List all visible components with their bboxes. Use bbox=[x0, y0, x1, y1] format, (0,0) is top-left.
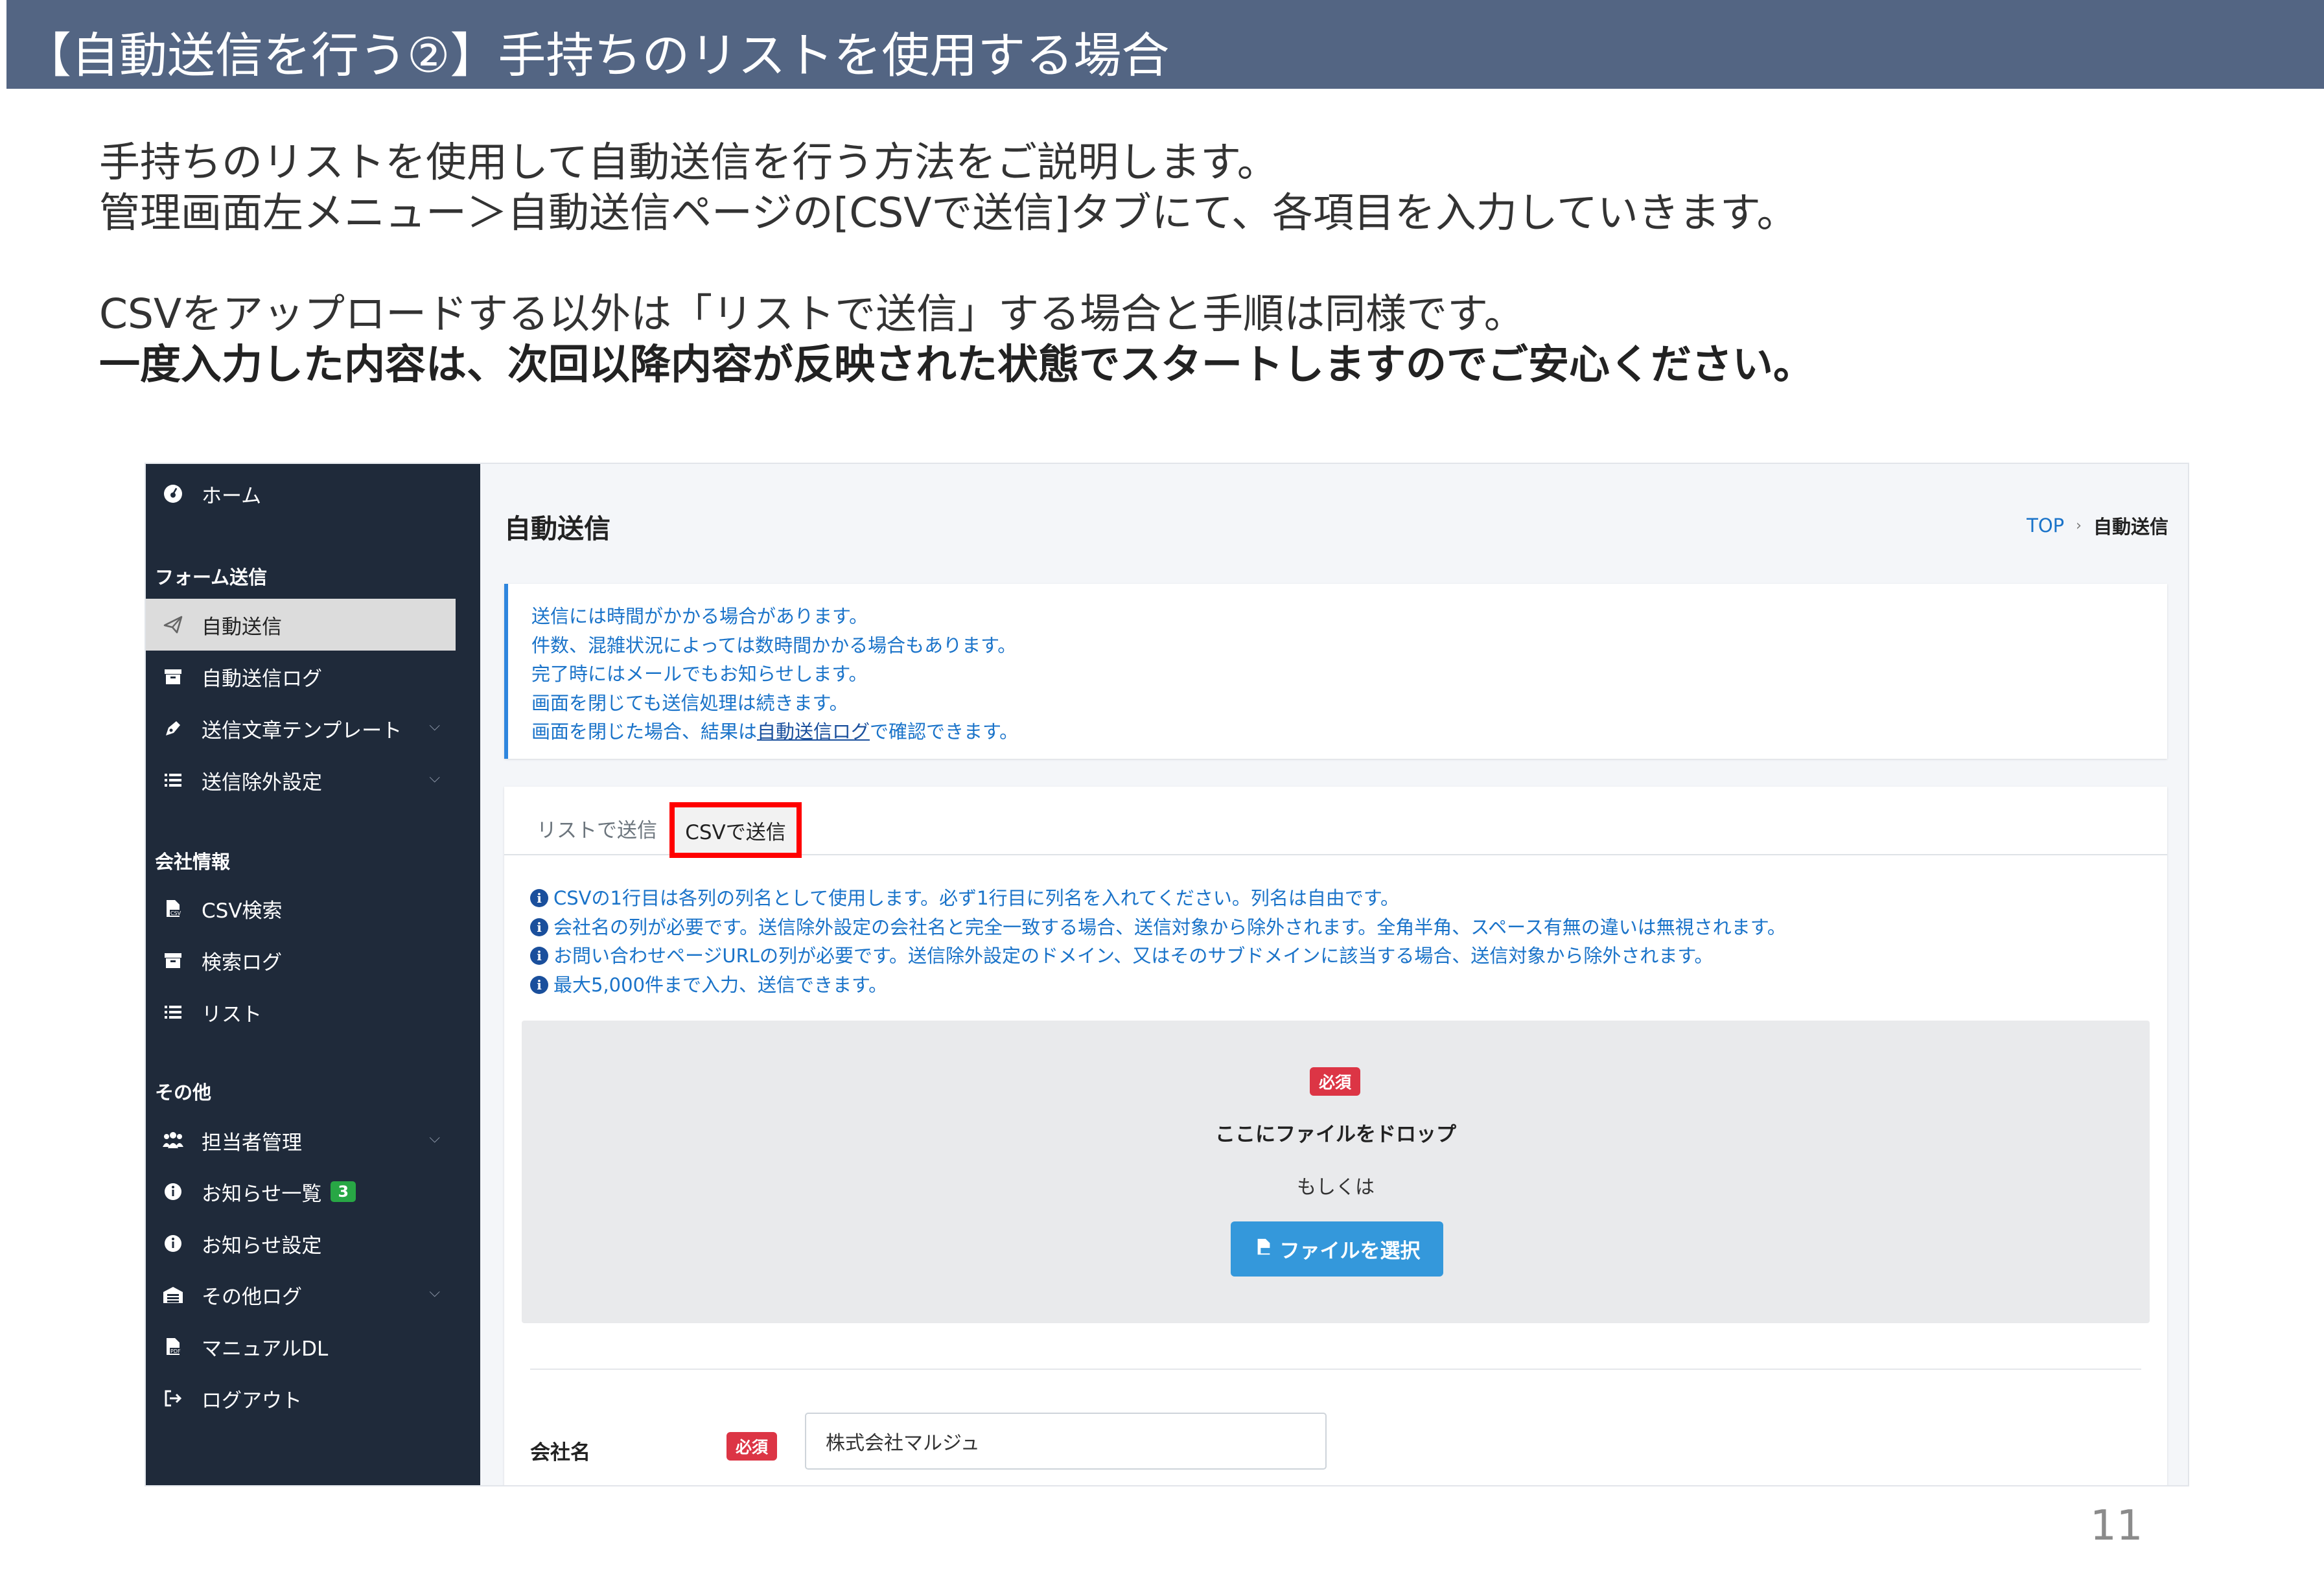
info-line: i 会社名の列が必要です。送信除外設定の会社名と完全一致する場合、送信対象から除外… bbox=[530, 913, 1786, 942]
sidebar-item-list[interactable]: リスト bbox=[146, 986, 456, 1038]
callout-line: 画面を閉じても送信処理は続きます。 bbox=[531, 691, 848, 714]
users-icon bbox=[159, 1130, 187, 1151]
svg-text:CSV: CSV bbox=[170, 910, 181, 916]
tab-bar: リストで送信 CSVで送信 bbox=[504, 787, 2167, 858]
callout-line: 件数、混雑状況によっては数時間かかる場合もあります。 bbox=[531, 634, 1017, 656]
file-dropzone[interactable]: 必須 ここにファイルをドロップ もしくは ファイルを選択 bbox=[522, 1021, 2150, 1323]
intro-line: CSVをアップロードする以外は「リストで送信」する場合と手順は同様です。 bbox=[99, 290, 1525, 338]
info-icon: i bbox=[530, 889, 548, 908]
svg-text:PDF: PDF bbox=[170, 1348, 181, 1354]
send-card: リストで送信 CSVで送信 i CSVの1行目は各列の列名として使用します。必ず1… bbox=[504, 787, 2167, 1485]
page-number: 11 bbox=[2090, 1502, 2143, 1550]
sidebar-item-exclusion[interactable]: 送信除外設定 ⌵ bbox=[146, 754, 456, 806]
pen-nib-icon bbox=[159, 718, 187, 739]
csv-file-icon: CSV bbox=[159, 898, 187, 919]
slide-header: 【自動送信を行う②】手持ちのリストを使用する場合 bbox=[6, 0, 2324, 89]
notice-count-badge: 3 bbox=[331, 1181, 356, 1202]
archive-icon bbox=[159, 950, 187, 971]
sidebar: ホーム フォーム送信 自動送信 自動送信ログ 送信文章テンプレート ⌵ 送信除外… bbox=[146, 464, 480, 1485]
sidebar-item-label: その他ログ bbox=[202, 1285, 302, 1309]
sidebar-item-staff[interactable]: 担当者管理 ⌵ bbox=[146, 1115, 456, 1166]
sidebar-section-form: フォーム送信 bbox=[155, 566, 268, 588]
warehouse-icon bbox=[159, 1284, 187, 1305]
sidebar-item-notice-settings[interactable]: お知らせ設定 bbox=[146, 1218, 456, 1269]
intro-text: 手持ちのリストを使用して自動送信を行う方法をご説明します。 管理画面左メニュー＞… bbox=[99, 137, 1814, 390]
sidebar-item-label: マニュアルDL bbox=[202, 1337, 329, 1361]
breadcrumb-current: 自動送信 bbox=[2093, 516, 2168, 538]
sidebar-item-label: ログアウト bbox=[202, 1389, 302, 1413]
app-screenshot: ホーム フォーム送信 自動送信 自動送信ログ 送信文章テンプレート ⌵ 送信除外… bbox=[145, 463, 2189, 1486]
paper-plane-icon bbox=[159, 614, 187, 635]
chevron-down-icon: ⌵ bbox=[429, 718, 440, 734]
callout-line: 画面を閉じた場合、結果は自動送信ログで確認できます。 bbox=[531, 721, 1019, 743]
intro-line: 手持ちのリストを使用して自動送信を行う方法をご説明します。 bbox=[99, 139, 1278, 186]
sidebar-item-label: お知らせ設定 bbox=[202, 1234, 322, 1258]
sign-out-icon bbox=[159, 1388, 187, 1409]
list-icon bbox=[159, 1002, 187, 1023]
sidebar-section-other: その他 bbox=[155, 1081, 212, 1104]
info-line: i お問い合わせページURLの列が必要です。送信除外設定のドメイン、又はそのサブド… bbox=[530, 942, 1786, 971]
chevron-down-icon: ⌵ bbox=[429, 770, 440, 786]
info-line: i 最大5,000件まで入力、送信できます。 bbox=[530, 971, 1786, 1000]
dashboard-icon bbox=[159, 483, 187, 504]
info-circle-icon bbox=[159, 1233, 187, 1254]
intro-line: 管理画面左メニュー＞自動送信ページの[CSVで送信]タブにて、各項目を入力してい… bbox=[99, 189, 1798, 237]
breadcrumb-separator-icon: › bbox=[2076, 517, 2082, 534]
sidebar-item-label: 送信除外設定 bbox=[202, 770, 322, 794]
chevron-down-icon: ⌵ bbox=[429, 1284, 440, 1300]
intro-line-bold: 一度入力した内容は、次回以降内容が反映された状態でスタートしますのでご安心くださ… bbox=[99, 341, 1814, 388]
archive-icon bbox=[159, 666, 187, 687]
list-icon bbox=[159, 770, 187, 791]
sidebar-item-logout[interactable]: ログアウト bbox=[146, 1372, 456, 1424]
required-badge: 必須 bbox=[1310, 1067, 1361, 1096]
page-title: 自動送信 bbox=[504, 513, 610, 544]
notice-callout: 送信には時間がかかる場合があります。 件数、混雑状況によっては数時間かかる場合も… bbox=[504, 584, 2167, 759]
sidebar-item-label: 自動送信 bbox=[202, 615, 282, 639]
callout-line: 完了時にはメールでもお知らせします。 bbox=[531, 663, 868, 685]
chevron-down-icon: ⌵ bbox=[429, 1130, 440, 1146]
sidebar-section-company: 会社情報 bbox=[155, 851, 231, 873]
sidebar-item-home[interactable]: ホーム bbox=[146, 468, 456, 520]
slide-title: 【自動送信を行う②】手持ちのリストを使用する場合 bbox=[23, 28, 1170, 84]
sidebar-item-other-log[interactable]: その他ログ ⌵ bbox=[146, 1269, 456, 1321]
sidebar-item-search-log[interactable]: 検索ログ bbox=[146, 934, 456, 986]
sidebar-item-label: CSV検索 bbox=[202, 899, 283, 923]
callout-line: 送信には時間がかかる場合があります。 bbox=[531, 605, 868, 627]
info-line: i CSVの1行目は各列の列名として使用します。必ず1行目に列名を入れてください。… bbox=[530, 884, 1786, 913]
sidebar-item-auto-send-log[interactable]: 自動送信ログ bbox=[146, 651, 456, 702]
info-circle-icon bbox=[159, 1181, 187, 1202]
sidebar-item-label: 自動送信ログ bbox=[202, 667, 322, 691]
sidebar-item-label: 送信文章テンプレート bbox=[202, 719, 402, 743]
csv-info-list: i CSVの1行目は各列の列名として使用します。必ず1行目に列名を入れてください。… bbox=[530, 884, 1786, 999]
sidebar-item-label: ホーム bbox=[202, 484, 262, 508]
dropzone-label: ここにファイルをドロップ bbox=[1215, 1123, 1456, 1146]
sidebar-item-label: リスト bbox=[202, 1002, 262, 1026]
auto-send-log-link[interactable]: 自動送信ログ bbox=[757, 721, 870, 743]
required-badge: 必須 bbox=[726, 1432, 778, 1461]
company-name-label: 会社名 bbox=[530, 1441, 590, 1464]
company-name-input[interactable] bbox=[805, 1413, 1327, 1470]
dropzone-or: もしくは bbox=[1297, 1176, 1375, 1199]
sidebar-item-csv-search[interactable]: CSV CSV検索 bbox=[146, 883, 456, 934]
sidebar-item-label: 検索ログ bbox=[202, 951, 282, 975]
info-icon: i bbox=[530, 918, 548, 936]
sidebar-item-auto-send[interactable]: 自動送信 bbox=[146, 599, 456, 651]
csv-file-icon bbox=[1254, 1237, 1273, 1262]
tab-csv-send[interactable]: CSVで送信 bbox=[669, 802, 802, 858]
divider bbox=[530, 1369, 2141, 1370]
pdf-file-icon: PDF bbox=[159, 1336, 187, 1357]
info-icon: i bbox=[530, 975, 548, 994]
breadcrumb-top-link[interactable]: TOP bbox=[2027, 514, 2064, 537]
breadcrumb: TOP › 自動送信 bbox=[2027, 512, 2168, 539]
sidebar-item-notices[interactable]: お知らせ一覧 3 bbox=[146, 1166, 456, 1218]
sidebar-item-label: 担当者管理 bbox=[202, 1131, 302, 1155]
info-icon: i bbox=[530, 947, 548, 965]
sidebar-item-label: お知らせ一覧 bbox=[202, 1182, 322, 1206]
sidebar-item-manual[interactable]: PDF マニュアルDL bbox=[146, 1321, 456, 1372]
tab-list-send[interactable]: リストで送信 bbox=[537, 814, 657, 843]
select-file-button[interactable]: ファイルを選択 bbox=[1231, 1221, 1443, 1277]
sidebar-item-template[interactable]: 送信文章テンプレート ⌵ bbox=[146, 702, 456, 754]
